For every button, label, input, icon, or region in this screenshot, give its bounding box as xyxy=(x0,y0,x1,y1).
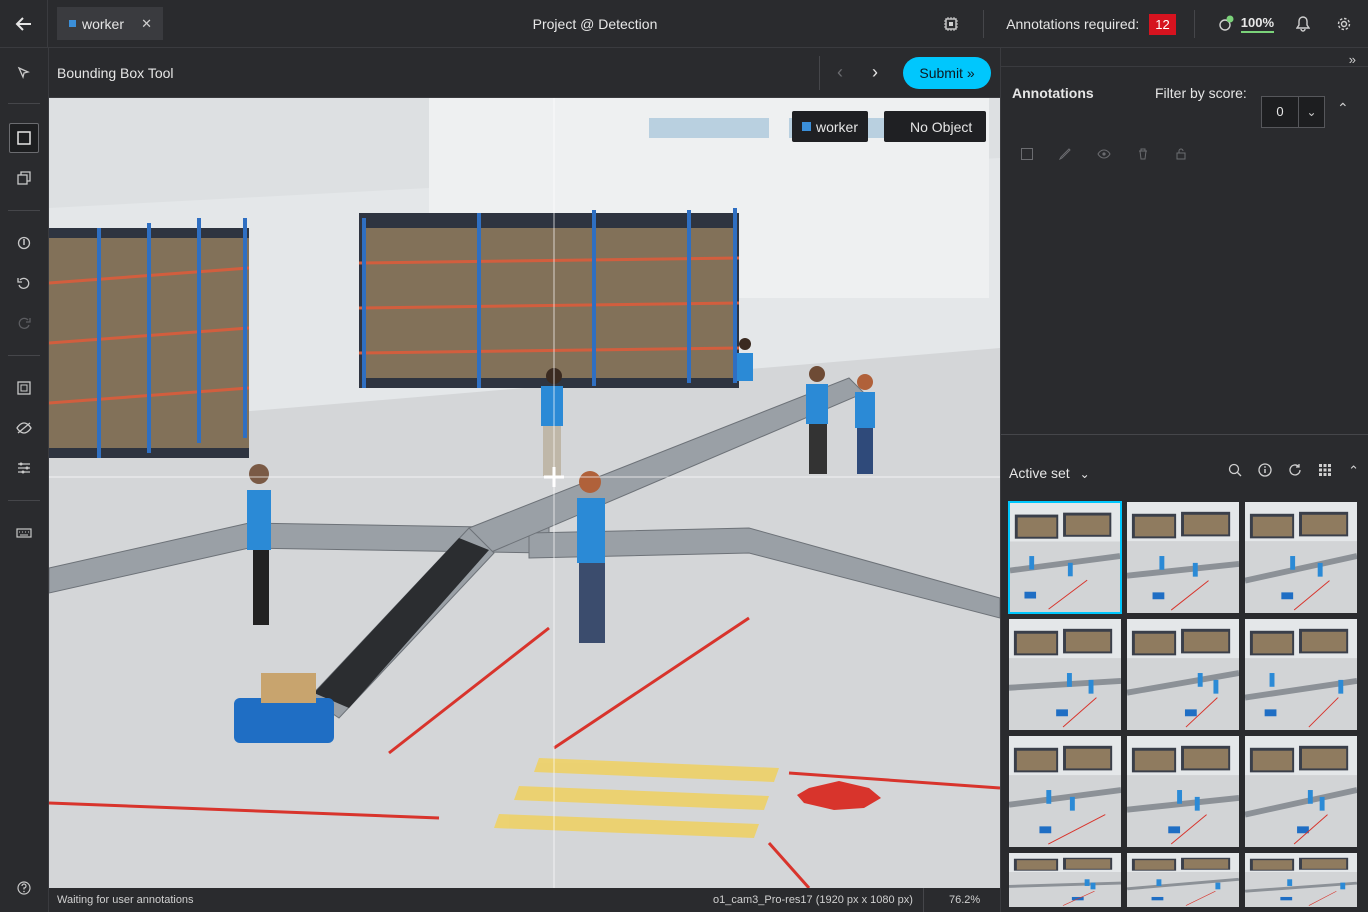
tools-rail xyxy=(0,48,49,912)
refresh-icon[interactable] xyxy=(1288,463,1302,477)
info-icon[interactable] xyxy=(1258,463,1272,477)
divider xyxy=(819,56,820,90)
score-filter-value: 0 xyxy=(1262,97,1299,127)
thumbnail-item[interactable] xyxy=(1244,735,1358,848)
divider xyxy=(8,210,40,211)
status-text: Waiting for user annotations xyxy=(57,894,194,906)
chevron-up-icon[interactable]: ⌃ xyxy=(1337,100,1349,117)
divider xyxy=(8,103,40,104)
thumbnail-item[interactable] xyxy=(1008,852,1122,908)
next-image-icon[interactable]: › xyxy=(872,62,878,83)
lock-icon[interactable] xyxy=(1175,148,1187,160)
thumbnail-image xyxy=(1127,853,1239,907)
keyboard-icon[interactable] xyxy=(9,518,39,548)
media-info: o1_cam3_Pro-res17 (1920 px x 1080 px) xyxy=(713,894,913,906)
active-set-title: Active set xyxy=(1009,465,1070,481)
thumbnail-image xyxy=(1009,853,1121,907)
previous-image-icon[interactable]: ‹ xyxy=(837,62,843,83)
grid-view-icon[interactable] xyxy=(1318,463,1332,477)
filter-label: Filter by score: xyxy=(1155,85,1247,101)
annotation-canvas[interactable]: worker No Object xyxy=(49,98,1000,888)
copy-box-icon[interactable] xyxy=(9,163,39,193)
search-icon[interactable] xyxy=(1228,463,1242,477)
annotations-required-label: Annotations required: xyxy=(1006,16,1140,32)
thumbnail-item[interactable] xyxy=(1244,852,1358,908)
thumbnail-image xyxy=(1009,619,1121,730)
thumbnail-item[interactable] xyxy=(1126,501,1240,614)
close-icon[interactable]: ✕ xyxy=(141,16,152,32)
thumbnail-image xyxy=(1127,502,1239,613)
ai-assist-icon[interactable] xyxy=(9,228,39,258)
bell-icon[interactable] xyxy=(1296,16,1310,32)
label-tab-worker[interactable]: worker ✕ xyxy=(57,7,163,40)
no-object-button[interactable]: No Object xyxy=(884,111,986,142)
bounding-box-tool-icon[interactable] xyxy=(9,123,39,153)
thumbnail-item[interactable] xyxy=(1126,852,1240,908)
thumbnail-image xyxy=(1127,736,1239,847)
divider xyxy=(8,355,40,356)
thumbnail-item[interactable] xyxy=(1126,618,1240,731)
thumbnail-image xyxy=(1245,619,1357,730)
thumbnail-image xyxy=(1245,502,1357,613)
warehouse-image xyxy=(49,98,1000,888)
thumbnail-image xyxy=(1245,736,1357,847)
project-title: Project @ Detection xyxy=(532,16,658,32)
help-icon[interactable] xyxy=(9,873,39,903)
label-button-text: worker xyxy=(816,118,859,135)
completion-percent: 100% xyxy=(1240,15,1274,33)
dataset-panel: Active set ⌄ ⌃ xyxy=(1001,434,1368,912)
label-color-swatch xyxy=(802,122,811,131)
back-arrow-icon[interactable] xyxy=(0,0,48,48)
active-set-dropdown[interactable]: Active set ⌄ xyxy=(1009,465,1090,481)
right-panel: » Annotations Filter by score: 0 ⌄ ⌃ Act… xyxy=(1000,48,1368,912)
undo-icon[interactable] xyxy=(9,268,39,298)
settings-gear-icon[interactable] xyxy=(1336,16,1352,32)
edit-pencil-icon[interactable] xyxy=(1059,148,1071,160)
thumbnail-item[interactable] xyxy=(1008,735,1122,848)
annotations-required-badge: 12 xyxy=(1149,13,1176,35)
thumbnail-item[interactable] xyxy=(1126,735,1240,848)
label-button-worker[interactable]: worker xyxy=(792,111,869,142)
thumbnail-item[interactable] xyxy=(1244,618,1358,731)
thumbnail-image xyxy=(1245,853,1357,907)
thumbnail-image xyxy=(1127,619,1239,730)
chevron-up-icon[interactable]: ⌃ xyxy=(1348,463,1359,479)
thumbnail-grid xyxy=(1008,501,1366,908)
chevron-down-icon: ⌄ xyxy=(1079,467,1090,481)
submit-button[interactable]: Submit » xyxy=(903,57,991,89)
divider xyxy=(923,888,924,912)
delete-trash-icon[interactable] xyxy=(1137,148,1149,160)
chevron-down-icon[interactable]: ⌄ xyxy=(1299,97,1324,127)
label-color-swatch xyxy=(69,20,76,27)
label-tab-text: worker xyxy=(82,15,125,32)
no-object-text: No Object xyxy=(910,118,973,135)
dataset-tools: ⌃ xyxy=(1228,463,1359,479)
top-bar: worker ✕ Project @ Detection Annotations… xyxy=(0,0,1368,48)
divider xyxy=(983,10,985,38)
annotations-title: Annotations xyxy=(1012,85,1094,101)
thumbnail-image xyxy=(1009,736,1121,847)
visibility-eye-icon[interactable] xyxy=(1097,148,1111,160)
select-all-checkbox-icon[interactable] xyxy=(1021,148,1033,160)
status-bar: Waiting for user annotations o1_cam3_Pro… xyxy=(49,888,1000,912)
redo-icon[interactable] xyxy=(9,308,39,338)
score-filter-select[interactable]: 0 ⌄ xyxy=(1261,96,1325,128)
thumbnail-item[interactable] xyxy=(1008,618,1122,731)
cpu-icon[interactable] xyxy=(943,16,959,32)
fit-image-icon[interactable] xyxy=(9,373,39,403)
tool-name: Bounding Box Tool xyxy=(57,65,174,81)
tool-toolbar: Bounding Box Tool ‹ › Submit » xyxy=(49,48,1000,98)
thumbnail-image xyxy=(1010,503,1120,612)
thumbnail-item[interactable] xyxy=(1008,501,1122,614)
hide-annotations-icon[interactable] xyxy=(9,413,39,443)
zoom-level: 76.2% xyxy=(949,894,981,906)
selection-tool-icon[interactable] xyxy=(9,58,39,88)
thumbnail-item[interactable] xyxy=(1244,501,1358,614)
adjustments-icon[interactable] xyxy=(9,453,39,483)
divider xyxy=(1193,10,1195,38)
credits-icon[interactable] xyxy=(1217,15,1235,33)
divider xyxy=(8,500,40,501)
collapse-panel-icon[interactable]: » xyxy=(1349,52,1356,67)
annotation-actions xyxy=(1021,148,1187,160)
